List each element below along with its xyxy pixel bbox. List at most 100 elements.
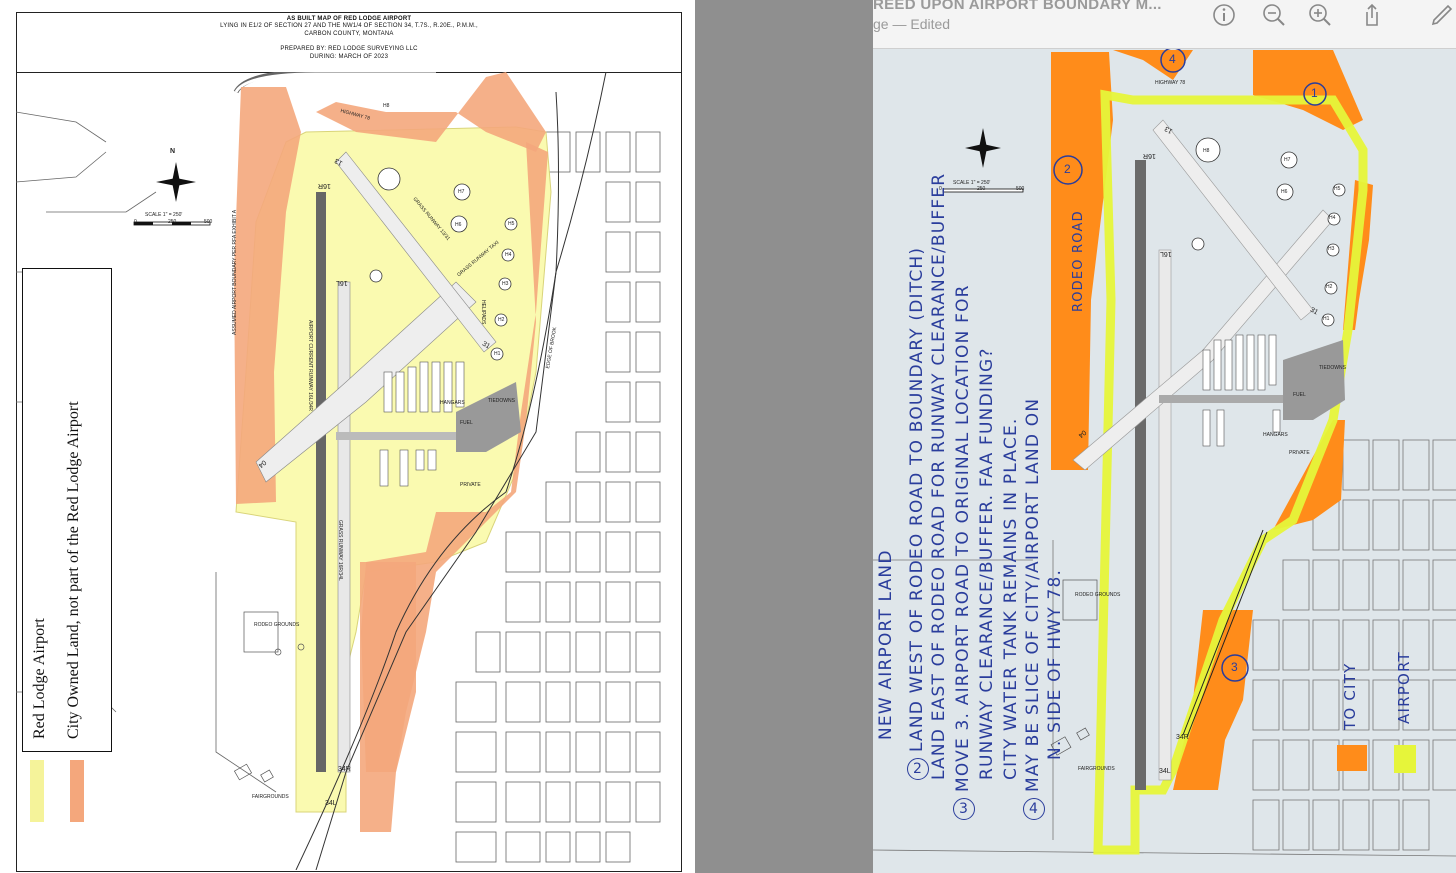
right-private-label: PRIVATE (1289, 450, 1310, 456)
note-3-line-1: 3 MOVE 3. AIRPORT ROAD TO ORIGINAL LOCATI… (953, 284, 975, 820)
private-label: PRIVATE (460, 482, 481, 488)
right-heli-label: H3 (1328, 246, 1335, 252)
map-title: AS BUILT MAP OF RED LODGE AIRPORT (286, 16, 412, 22)
airport-map-drawing (16, 72, 661, 870)
right-runway-end-34l: 34L (1159, 768, 1171, 775)
map-title-line: LYING IN E1/2 OF SECTION 27 AND THE NW1/… (220, 23, 478, 29)
map-title-line: CARBON COUNTY, MONTANA (304, 31, 394, 37)
north-label: N (170, 148, 176, 155)
heli-pad-label: H1 (494, 351, 501, 357)
share-icon[interactable] (1359, 2, 1385, 28)
right-runway-16r (1135, 160, 1146, 790)
heli-pad-label: H5 (508, 221, 515, 227)
right-fairgrounds-label: FAIRGROUNDS (1078, 766, 1115, 772)
north-arrow-icon (156, 162, 196, 202)
note-4-number: 4 (1023, 798, 1045, 820)
circled-number-2: 2 (1064, 162, 1071, 176)
heli-pad-label: H7 (458, 189, 465, 195)
circled-number-3: 3 (1231, 660, 1238, 674)
rodeo-fairground-shapes (233, 611, 305, 783)
map-preparer: PREPARED BY: RED LODGE SURVEYING LLC (280, 46, 418, 52)
grass-runway-label-2: GRASS RUNWAY 16R/34L (337, 520, 343, 581)
window-title: REED UPON AIRPORT BOUNDARY M... (873, 0, 1162, 13)
heli-pad-label: H4 (505, 252, 512, 258)
runway-end-34l: 34L (325, 800, 337, 807)
map-title-block: AS BUILT MAP OF RED LODGE AIRPORT LYING … (16, 12, 682, 73)
right-scale-tick-250: 250 (977, 186, 986, 192)
right-heli-label: H5 (1334, 186, 1341, 192)
left-map-document: AS BUILT MAP OF RED LODGE AIRPORT LYING … (0, 0, 695, 873)
boundary-note-label: ASSUMED AIRPORT BOUNDARY PER RFA EXHIBIT… (232, 209, 238, 335)
window-subtitle: ge — Edited (873, 16, 951, 32)
runway-end-16l: 16L (336, 279, 348, 286)
preview-window: REED UPON AIRPORT BOUNDARY M... ge — Edi… (873, 0, 1456, 873)
right-heli-label: H1 (1323, 316, 1330, 322)
right-runway-16l (1158, 249, 1172, 781)
right-rodeo-label: RODEO GROUNDS (1075, 592, 1121, 598)
map-legend: Red Lodge Airport City Owned Land, not p… (22, 268, 112, 752)
right-highway-label: HIGHWAY 78 (1155, 80, 1186, 86)
right-heli-label: H8 (1203, 148, 1210, 154)
right-hangars-label: HANGARS (1263, 432, 1288, 438)
legend-airport-label: Red Lodge Airport (31, 618, 48, 739)
legend-yellow-swatch (1394, 745, 1416, 773)
right-heli-label: H7 (1284, 157, 1291, 163)
zoom-in-icon[interactable] (1307, 2, 1333, 28)
runway-end-34r: 34R (338, 766, 351, 773)
scale-tick-500: 500 (204, 219, 213, 225)
zoom-out-icon[interactable] (1261, 2, 1287, 28)
markup-icon[interactable] (1429, 2, 1455, 28)
runway-16r-34l (316, 192, 326, 772)
right-scale-tick-500: 500 (1016, 186, 1025, 192)
right-heli-label: H6 (1281, 189, 1288, 195)
tiedowns-label: TIEDOWNS (488, 398, 515, 404)
legend-city-label: City Owned Land, not part of the Red Lod… (65, 401, 82, 739)
note-3-text: MOVE 3. AIRPORT ROAD TO ORIGINAL LOCATIO… (953, 284, 973, 792)
note-3-line-2: RUNWAY CLEARANCE/BUFFER. FAA FUNDING? (977, 347, 997, 780)
right-tiedowns-label: TIEDOWNS (1319, 365, 1346, 371)
legend-airport-swatch (30, 760, 44, 822)
note-2-line-2: LAND EAST OF RODEO ROAD FOR RUNWAY CLEAR… (929, 172, 949, 780)
legend-airport: AIRPORT (1395, 651, 1413, 724)
note-4-line-2: N. SIDE OF HWY 78. (1045, 568, 1065, 760)
city-parcel-south (360, 562, 416, 832)
right-hangars (1202, 334, 1281, 447)
legend-orange-swatch (1337, 745, 1367, 771)
runway-end-16r: 16R (318, 182, 331, 189)
note-4-text: MAY BE SLICE OF CITY/AIRPORT LAND ON (1023, 397, 1043, 792)
note-2-line-1: 2 LAND WEST OF RODEO ROAD TO BOUNDARY (DI… (907, 247, 929, 780)
scale-label: SCALE 1" = 250' (145, 212, 183, 218)
right-runway-end-34r: 34R (1176, 734, 1189, 741)
heli-pad-label: H2 (498, 317, 505, 323)
right-heli-label: H4 (1329, 215, 1336, 221)
rodeo-road-note: RODEO ROAD (1071, 210, 1086, 312)
circled-number-1: 1 (1311, 86, 1318, 100)
circled-number-4: 4 (1169, 52, 1176, 66)
fairgrounds-label: FAIRGROUNDS (252, 794, 289, 800)
window-gap (695, 0, 873, 873)
right-heli-label: H2 (1326, 284, 1333, 290)
info-icon[interactable] (1211, 2, 1237, 28)
right-north-arrow-icon (965, 128, 1001, 168)
heli-pad-label: H3 (502, 281, 509, 287)
rodeo-grounds-label: RODEO GROUNDS (254, 622, 300, 628)
right-fuel-label: FUEL (1293, 392, 1306, 398)
legend-city-swatch (70, 760, 84, 822)
right-grass-runway-13 (1152, 119, 1314, 321)
note-top-cutoff: NEW AIRPORT LAND (876, 549, 896, 740)
note-2-number: 2 (907, 758, 929, 780)
hangars-label: HANGARS (440, 400, 465, 406)
note-4-line-1: 4 MAY BE SLICE OF CITY/AIRPORT LAND ON (1023, 398, 1045, 820)
current-runway-label: AIRPORT CURRENT RUNWAY 16L/34R (307, 320, 313, 412)
heli-pad-label: H8 (383, 103, 390, 109)
right-runway-end-16r: 16R (1143, 152, 1156, 159)
heliport-label: HELIPADS (480, 300, 486, 325)
legend-to-city: TO CITY (1341, 662, 1359, 730)
map-date: DURING: MARCH OF 2023 (309, 54, 389, 60)
scale-tick-250: 250 (168, 219, 177, 225)
scale-tick-0: 0 (134, 219, 137, 225)
region-4-orange (1113, 50, 1193, 80)
heli-pad-label: H6 (455, 222, 462, 228)
preview-toolbar: REED UPON AIRPORT BOUNDARY M... ge — Edi… (873, 0, 1456, 49)
note-3-number: 3 (953, 798, 975, 820)
